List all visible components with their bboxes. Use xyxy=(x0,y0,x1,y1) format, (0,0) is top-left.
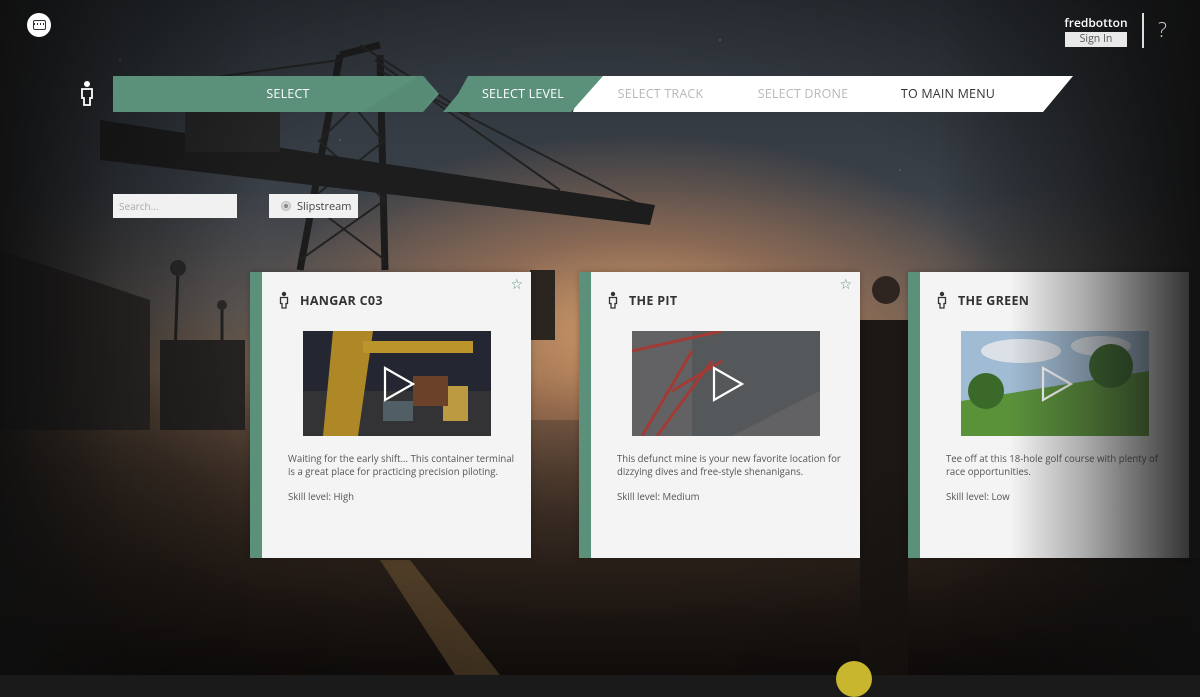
main-menu-button[interactable] xyxy=(27,13,51,37)
level-card-the-green[interactable]: THE GREEN Tee off at this 18-hole golf c… xyxy=(908,272,1189,558)
level-preview-video[interactable] xyxy=(303,331,491,436)
level-description: Waiting for the early shift... This cont… xyxy=(288,452,514,478)
play-icon xyxy=(712,366,744,402)
step-select[interactable]: SELECT xyxy=(213,76,363,112)
pilot-icon xyxy=(608,291,618,314)
level-skill: Skill level: High xyxy=(288,490,355,503)
card-accent-stripe xyxy=(579,272,591,558)
level-card-the-pit[interactable]: THE PIT ☆ This defunct mine is your new … xyxy=(579,272,860,558)
to-main-menu-link[interactable]: TO MAIN MENU xyxy=(883,76,1013,112)
step-navigation: SELECT SELECT LEVEL SELECT TRACK SELECT … xyxy=(113,76,1073,112)
help-button[interactable]: ? xyxy=(1158,18,1167,42)
step-select-track: SELECT TRACK xyxy=(617,85,704,102)
level-title: THE GREEN xyxy=(958,292,1030,309)
radio-icon xyxy=(281,201,291,211)
header-divider xyxy=(1142,13,1144,48)
level-card-hangar[interactable]: HANGAR C03 ☆ Waiting for the early shift… xyxy=(250,272,531,558)
level-description: Tee off at this 18-hole golf course with… xyxy=(946,452,1158,478)
keyboard-icon xyxy=(32,20,46,30)
level-preview-video[interactable] xyxy=(961,331,1149,436)
slipstream-label: Slipstream xyxy=(297,198,352,214)
pilot-icon xyxy=(937,291,947,314)
level-skill: Skill level: Low xyxy=(946,490,1010,503)
play-icon xyxy=(1041,366,1073,402)
star-outline-icon[interactable]: ☆ xyxy=(839,277,852,293)
card-accent-stripe xyxy=(908,272,920,558)
play-icon xyxy=(383,366,415,402)
username: fredbotton xyxy=(1064,14,1128,31)
slipstream-toggle[interactable]: Slipstream xyxy=(269,194,358,218)
search-input[interactable] xyxy=(113,194,237,218)
step-select-drone: SELECT DRONE xyxy=(757,85,849,102)
pilot-icon xyxy=(279,291,289,314)
sign-in-button[interactable]: Sign In xyxy=(1065,32,1127,47)
level-title: THE PIT xyxy=(629,292,678,309)
star-outline-icon[interactable]: ☆ xyxy=(510,277,523,293)
pilot-icon xyxy=(80,80,94,111)
user-panel: fredbotton Sign In xyxy=(1056,16,1136,47)
level-preview-video[interactable] xyxy=(632,331,820,436)
level-description: This defunct mine is your new favorite l… xyxy=(617,452,841,478)
card-accent-stripe xyxy=(250,272,262,558)
status-indicator xyxy=(836,661,872,697)
step-select-level[interactable]: SELECT LEVEL xyxy=(448,76,598,112)
level-title: HANGAR C03 xyxy=(300,292,383,309)
level-skill: Skill level: Medium xyxy=(617,490,700,503)
